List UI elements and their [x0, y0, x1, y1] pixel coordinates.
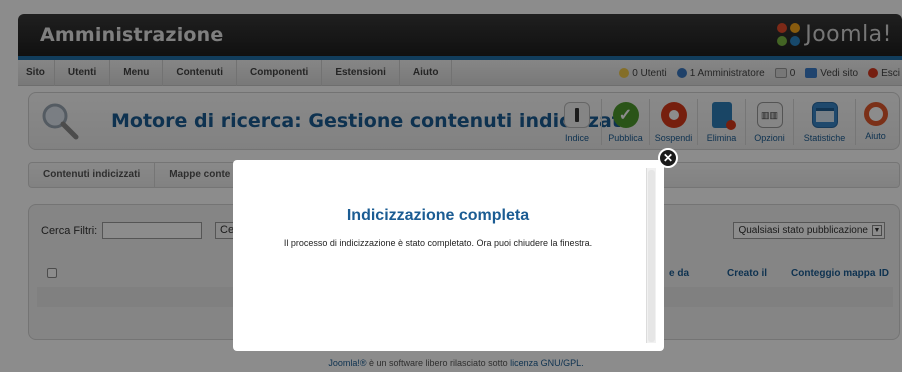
- indexing-modal: Indicizzazione completa Il processo di i…: [233, 148, 678, 351]
- close-icon[interactable]: ✕: [658, 148, 678, 168]
- modal-scrollbar[interactable]: [646, 168, 656, 343]
- modal-title: Indicizzazione completa: [346, 207, 530, 224]
- modal-scrollbar-thumb[interactable]: [648, 170, 655, 342]
- modal-message: Il processo di indicizzazione è stato co…: [283, 238, 593, 248]
